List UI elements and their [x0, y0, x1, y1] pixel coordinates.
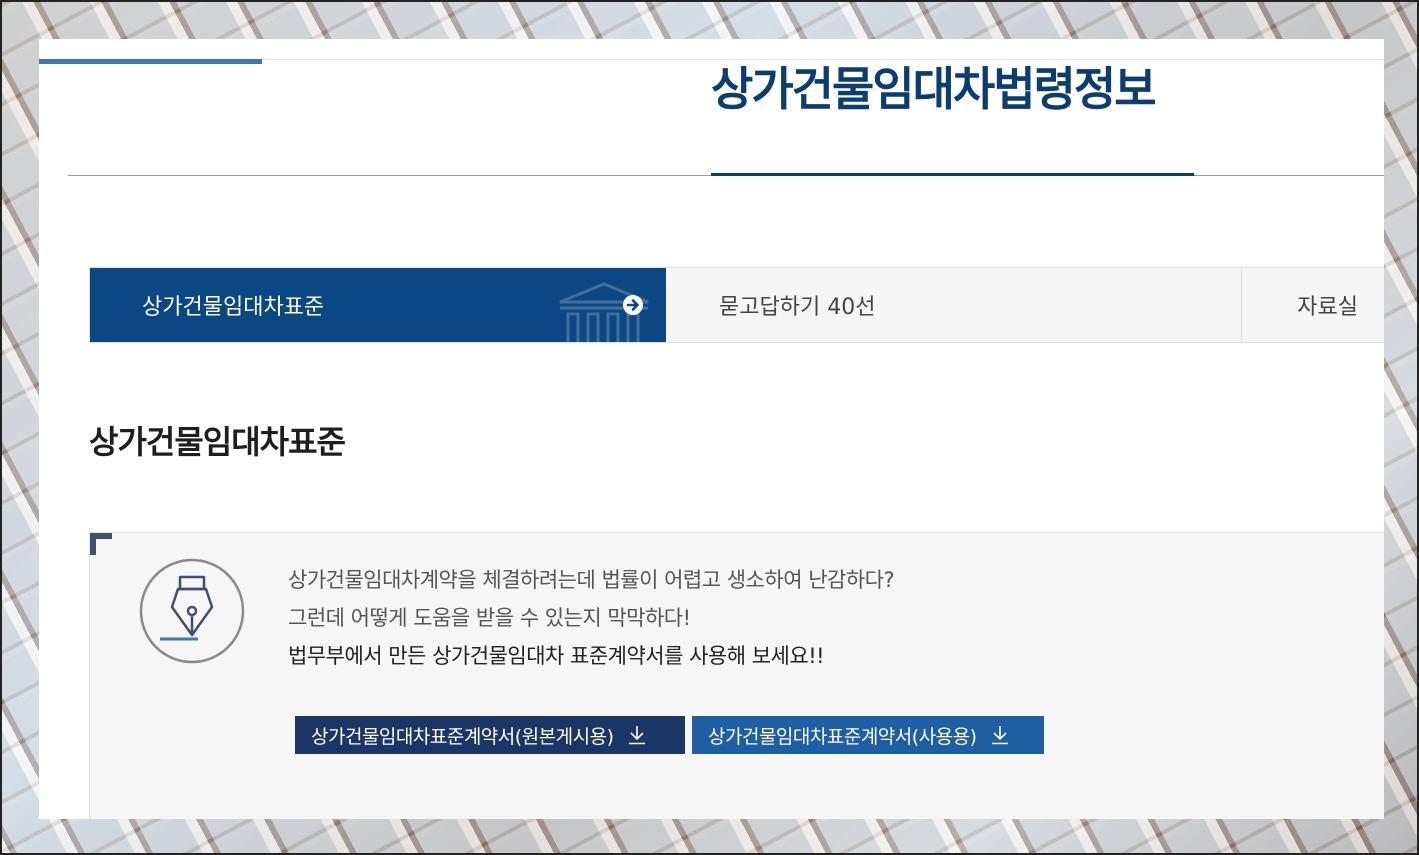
- corner-decoration: [90, 533, 112, 555]
- tab-standard-label: 상가건물임대차표준: [142, 295, 325, 320]
- arrow-right-circle-icon: [623, 295, 643, 315]
- download-use-label: 상가건물임대차표준계약서(사용용): [708, 725, 977, 748]
- description-line-3: 법무부에서 만든 상가건물임대차 표준계약서를 사용해 보세요!!: [288, 644, 825, 668]
- tab-library-label: 자료실: [1297, 295, 1358, 320]
- download-original-button[interactable]: 상가건물임대차표준계약서(원본게시용): [295, 716, 685, 754]
- tab-bar: 상가건물임대차표준 묻고답하기 40선 자료실: [89, 267, 1384, 343]
- description: 상가건물임대차계약을 체결하려는데 법률이 어렵고 생소하여 난감하다? 그런데…: [288, 561, 895, 675]
- tab-standard[interactable]: 상가건물임대차표준: [90, 268, 666, 342]
- tab-qna[interactable]: 묻고답하기 40선: [666, 268, 1242, 342]
- download-icon: [991, 726, 1008, 745]
- top-accent-bar: [39, 59, 262, 64]
- title-underline: [711, 173, 1194, 176]
- download-original-label: 상가건물임대차표준계약서(원본게시용): [311, 725, 614, 748]
- description-line-1: 상가건물임대차계약을 체결하려는데 법률이 어렵고 생소하여 난감하다?: [288, 568, 895, 592]
- page-title: 상가건물임대차법령정보: [711, 62, 1157, 116]
- tab-qna-label: 묻고답하기 40선: [719, 295, 876, 320]
- content-panel: 상가건물임대차법령정보 상가건물임대차표준 묻고답하기 40선 자료실 상가건물…: [39, 39, 1384, 819]
- tab-library[interactable]: 자료실: [1242, 268, 1384, 342]
- download-icon: [628, 726, 645, 745]
- info-box: 상가건물임대차계약을 체결하려는데 법률이 어렵고 생소하여 난감하다? 그런데…: [89, 532, 1384, 819]
- description-line-2: 그런데 어떻게 도움을 받을 수 있는지 막막하다!: [288, 606, 691, 630]
- download-use-button[interactable]: 상가건물임대차표준계약서(사용용): [692, 716, 1044, 754]
- section-title: 상가건물임대차표준: [89, 423, 346, 461]
- fountain-pen-icon: [139, 558, 245, 664]
